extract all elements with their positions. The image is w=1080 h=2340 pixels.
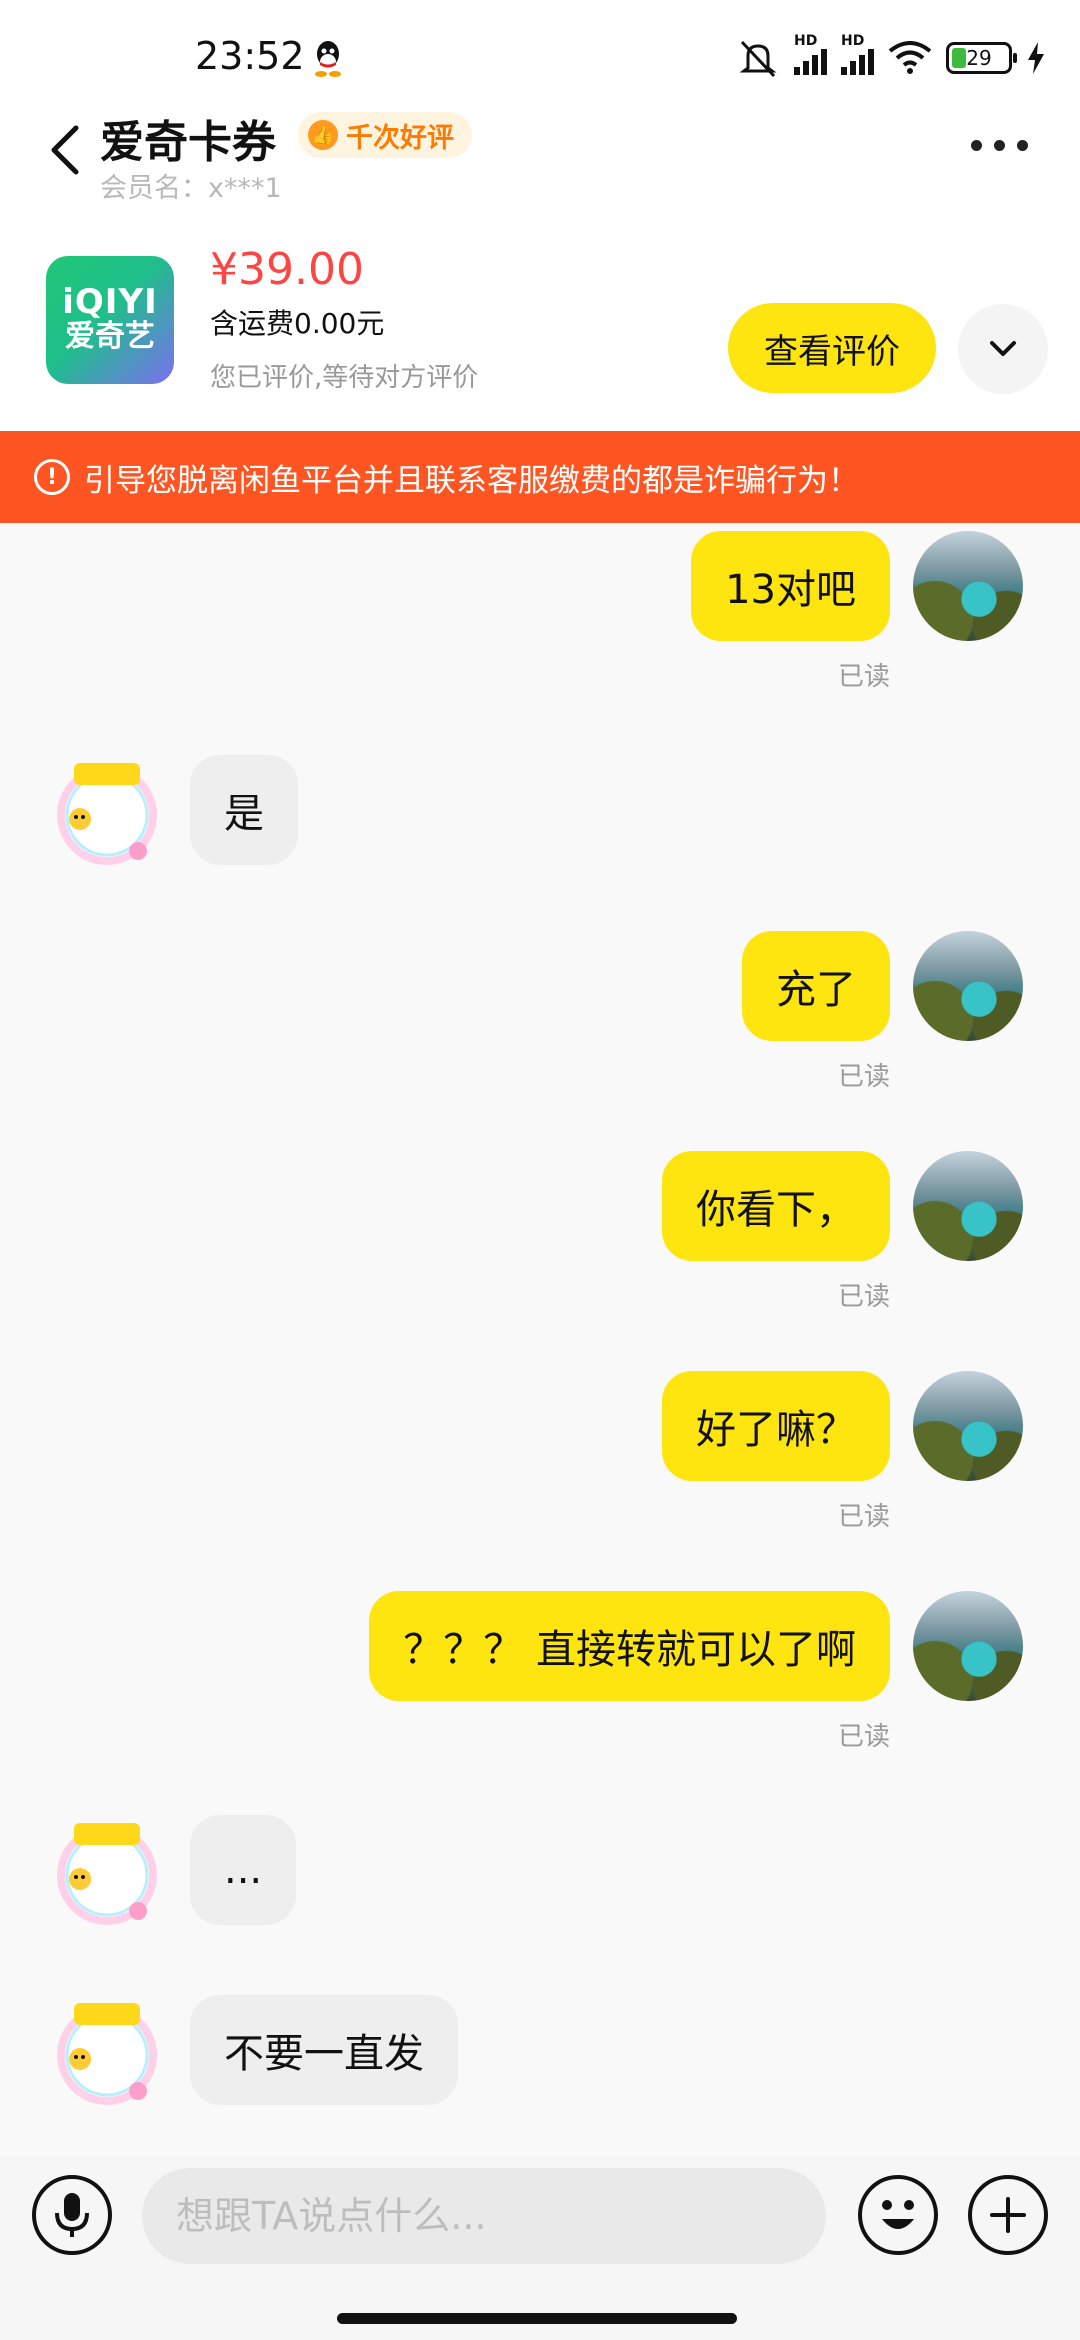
member-name: 会员名：x***1 <box>100 173 282 204</box>
read-status: 已读 <box>837 1502 890 1532</box>
review-status: 您已评价,等待对方评价 <box>210 363 479 393</box>
my-message-bubble[interactable]: 你看下， <box>662 1151 890 1261</box>
shipping-fee: 含运费0.00元 <box>210 307 385 340</box>
my-message-bubble[interactable]: 13对吧 <box>691 531 890 641</box>
my-message-bubble[interactable]: ？？？ 直接转就可以了啊 <box>369 1591 890 1701</box>
message-input[interactable] <box>142 2168 826 2264</box>
seller-avatar[interactable] <box>52 755 162 865</box>
my-avatar[interactable] <box>913 531 1023 641</box>
chevron-down-icon <box>990 341 1016 356</box>
more-options-icon[interactable] <box>971 140 1028 151</box>
home-indicator[interactable] <box>337 2313 737 2324</box>
status-icons: HD HD 29 <box>736 33 1046 80</box>
my-avatar[interactable] <box>913 931 1023 1041</box>
my-avatar[interactable] <box>913 1151 1023 1261</box>
status-time: 23:52 <box>195 34 305 78</box>
emoji-icon[interactable] <box>858 2175 938 2255</box>
seller-message-bubble[interactable]: ... <box>190 1815 297 1925</box>
qq-icon <box>315 41 341 77</box>
signal-icon-2: HD <box>841 33 874 75</box>
fraud-warning-banner: ! 引导您脱离闲鱼平台并且联系客服缴费的都是诈骗行为！ <box>0 431 1080 523</box>
seller-message-bubble[interactable]: 是 <box>190 755 298 865</box>
view-review-button[interactable]: 查看评价 <box>728 303 936 393</box>
my-avatar[interactable] <box>913 1591 1023 1701</box>
my-avatar[interactable] <box>913 1371 1023 1481</box>
wifi-icon <box>888 41 932 74</box>
product-logo[interactable]: iQIYI 爱奇艺 <box>46 256 174 384</box>
read-status: 已读 <box>837 662 890 692</box>
read-status: 已读 <box>837 1282 890 1312</box>
reputation-badge: 👍 千次好评 <box>298 112 472 158</box>
status-bar: 23:52 HD HD 29 <box>0 0 1080 110</box>
seller-avatar[interactable] <box>52 1815 162 1925</box>
my-message-bubble[interactable]: 充了 <box>742 931 890 1041</box>
battery-icon: 29 <box>946 42 1017 74</box>
product-price: ¥39.00 <box>210 244 364 295</box>
thumbs-up-icon: 👍 <box>308 120 338 150</box>
read-status: 已读 <box>837 1062 890 1092</box>
seller-message-bubble[interactable]: 不要一直发 <box>190 1995 458 2105</box>
seller-avatar[interactable] <box>52 1995 162 2105</box>
voice-button[interactable] <box>32 2175 112 2255</box>
back-arrow-icon[interactable] <box>46 120 86 180</box>
my-message-bubble[interactable]: 好了嘛？ <box>662 1371 890 1481</box>
microphone-icon <box>55 2193 89 2237</box>
read-status: 已读 <box>837 1722 890 1752</box>
charging-bolt-icon <box>1028 42 1044 74</box>
mute-bell-icon <box>739 40 777 78</box>
plus-icon <box>990 2197 1026 2233</box>
alert-icon: ! <box>34 459 70 495</box>
signal-icon-1: HD <box>794 33 827 75</box>
expand-button[interactable] <box>958 304 1048 394</box>
chat-list[interactable]: 13对吧 已读 是 充了 已读 你看下， 已读 好了嘛？ 已读 ？？？ 直接转就… <box>0 523 1080 2155</box>
chat-title: 爱奇卡券 <box>100 117 276 168</box>
add-attachment-button[interactable] <box>968 2175 1048 2255</box>
